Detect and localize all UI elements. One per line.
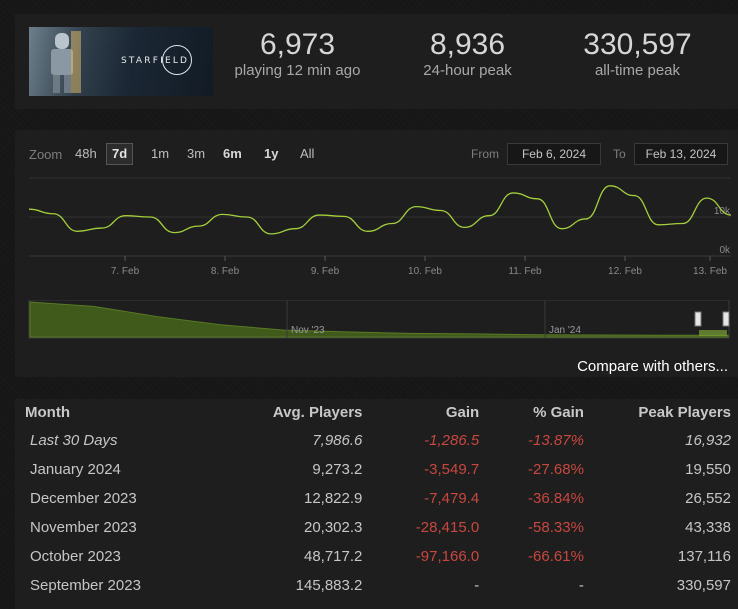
stat-value: 8,936 xyxy=(429,28,506,61)
stats-panel: STARFIELD 6,973 playing 12 min ago 8,936… xyxy=(15,14,738,109)
column-header-month[interactable]: Month xyxy=(25,399,231,426)
x-tick-label: 12. Feb xyxy=(608,266,642,277)
navigator-tick-label: Nov '23 xyxy=(291,325,325,336)
avg-players-cell: 48,717.2 xyxy=(303,548,363,565)
compare-with-others-link[interactable]: Compare with others... xyxy=(577,358,728,375)
x-tick-label: 10. Feb xyxy=(408,266,442,277)
peak-players-cell: 137,116 xyxy=(677,548,731,565)
navigator-selection xyxy=(699,330,727,336)
zoom-1y-button[interactable]: 1y xyxy=(259,143,283,165)
month-cell: December 2023 xyxy=(30,490,137,507)
table-row: October 2023 48,717.2 -97,166.0 -66.61% … xyxy=(25,542,731,571)
zoom-all-button[interactable]: All xyxy=(295,143,319,165)
table-row: September 2023 145,883.2 - - 330,597 xyxy=(25,571,731,600)
astronaut-art xyxy=(51,31,81,93)
series-line xyxy=(28,185,732,235)
to-date-input[interactable] xyxy=(634,143,728,165)
y-tick-label: 0k xyxy=(719,245,731,256)
peak-players-cell: 330,597 xyxy=(676,577,731,594)
gain-cell: -3,549.7 xyxy=(424,461,480,478)
x-tick-label: 9. Feb xyxy=(311,266,340,277)
chart-panel: Zoom 48h 7d 1m 3m 6m 1y All From To 10k … xyxy=(15,130,738,377)
stat-label: 24-hour peak xyxy=(423,62,512,79)
from-date-input[interactable] xyxy=(507,143,601,165)
stat-label: all-time peak xyxy=(594,62,681,79)
navigator-handle-left xyxy=(694,311,702,327)
gain-cell: -28,415.0 xyxy=(415,519,480,536)
gain-cell: -7,479.4 xyxy=(424,490,480,507)
pct-gain-cell: - xyxy=(578,577,584,594)
month-cell: Last 30 Days xyxy=(30,432,118,449)
peak-players-cell: 43,338 xyxy=(685,519,731,536)
navigator-handle-right xyxy=(722,311,730,327)
game-banner[interactable]: STARFIELD xyxy=(29,27,213,96)
zoom-label: Zoom xyxy=(29,147,63,162)
peak-players-cell: 19,550 xyxy=(685,461,731,478)
navigator-tick-label: Jan '24 xyxy=(549,325,581,336)
stat-24h-peak: 8,936 24-hour peak xyxy=(400,28,535,80)
table-row: December 2023 12,822.9 -7,479.4 -36.84% … xyxy=(25,484,731,513)
stat-value: 6,973 xyxy=(259,28,336,61)
zoom-48h-button[interactable]: 48h xyxy=(70,143,102,165)
table-row: January 2024 9,273.2 -3,549.7 -27.68% 19… xyxy=(25,455,731,484)
from-label: From xyxy=(471,147,499,161)
avg-players-cell: 7,986.6 xyxy=(312,432,363,449)
month-cell: November 2023 xyxy=(30,519,137,536)
to-label: To xyxy=(613,147,626,161)
zoom-1m-button[interactable]: 1m xyxy=(146,143,174,165)
month-cell: January 2024 xyxy=(30,461,121,478)
pct-gain-cell: -27.68% xyxy=(528,461,584,478)
avg-players-cell: 9,273.2 xyxy=(312,461,363,478)
navigator-chart[interactable]: Nov '23 Jan '24 xyxy=(15,300,738,340)
column-header-gain[interactable]: Gain xyxy=(362,399,479,426)
navigator-area xyxy=(29,301,729,338)
column-header-pct-gain[interactable]: % Gain xyxy=(479,399,584,426)
x-tick-label: 11. Feb xyxy=(508,266,542,277)
column-header-peak-players[interactable]: Peak Players xyxy=(584,399,731,426)
table-header-row: Month Avg. Players Gain % Gain Peak Play… xyxy=(25,399,731,426)
zoom-7d-button[interactable]: 7d xyxy=(106,143,134,165)
month-cell: September 2023 xyxy=(30,577,141,594)
column-header-avg-players[interactable]: Avg. Players xyxy=(231,399,363,426)
stat-current-players: 6,973 playing 12 min ago xyxy=(225,28,370,80)
zoom-6m-button[interactable]: 6m xyxy=(218,143,247,165)
pct-gain-cell: -58.33% xyxy=(528,519,584,536)
stat-all-time-peak: 330,597 all-time peak xyxy=(560,28,715,80)
stat-label: playing 12 min ago xyxy=(234,62,361,79)
pct-gain-cell: -66.61% xyxy=(528,548,584,565)
gain-cell: -97,166.0 xyxy=(415,548,480,565)
peak-players-cell: 16,932 xyxy=(685,432,731,449)
pct-gain-cell: -36.84% xyxy=(528,490,584,507)
x-tick-label: 13. Feb xyxy=(693,266,727,277)
zoom-3m-button[interactable]: 3m xyxy=(182,143,210,165)
x-axis-ticks: 7. Feb 8. Feb 9. Feb 10. Feb 11. Feb 12. Feb 1… xyxy=(111,256,727,277)
pct-gain-cell: -13.87% xyxy=(528,432,584,449)
x-tick-label: 8. Feb xyxy=(211,266,240,277)
peak-players-cell: 26,552 xyxy=(685,490,731,507)
stat-value: 330,597 xyxy=(583,28,692,61)
gain-cell: -1,286.5 xyxy=(424,432,480,449)
month-cell: October 2023 xyxy=(30,548,121,565)
x-tick-label: 7. Feb xyxy=(111,266,140,277)
avg-players-cell: 20,302.3 xyxy=(303,519,363,536)
avg-players-cell: 12,822.9 xyxy=(303,490,363,507)
avg-players-cell: 145,883.2 xyxy=(295,577,363,594)
monthly-stats-table: Month Avg. Players Gain % Gain Peak Play… xyxy=(25,399,731,600)
game-title: STARFIELD xyxy=(121,56,190,66)
gain-cell: - xyxy=(474,577,480,594)
monthly-stats-panel: Month Avg. Players Gain % Gain Peak Play… xyxy=(15,399,738,609)
table-row: November 2023 20,302.3 -28,415.0 -58.33%… xyxy=(25,513,731,542)
table-row: Last 30 Days 7,986.6 -1,286.5 -13.87% 16… xyxy=(25,426,731,455)
